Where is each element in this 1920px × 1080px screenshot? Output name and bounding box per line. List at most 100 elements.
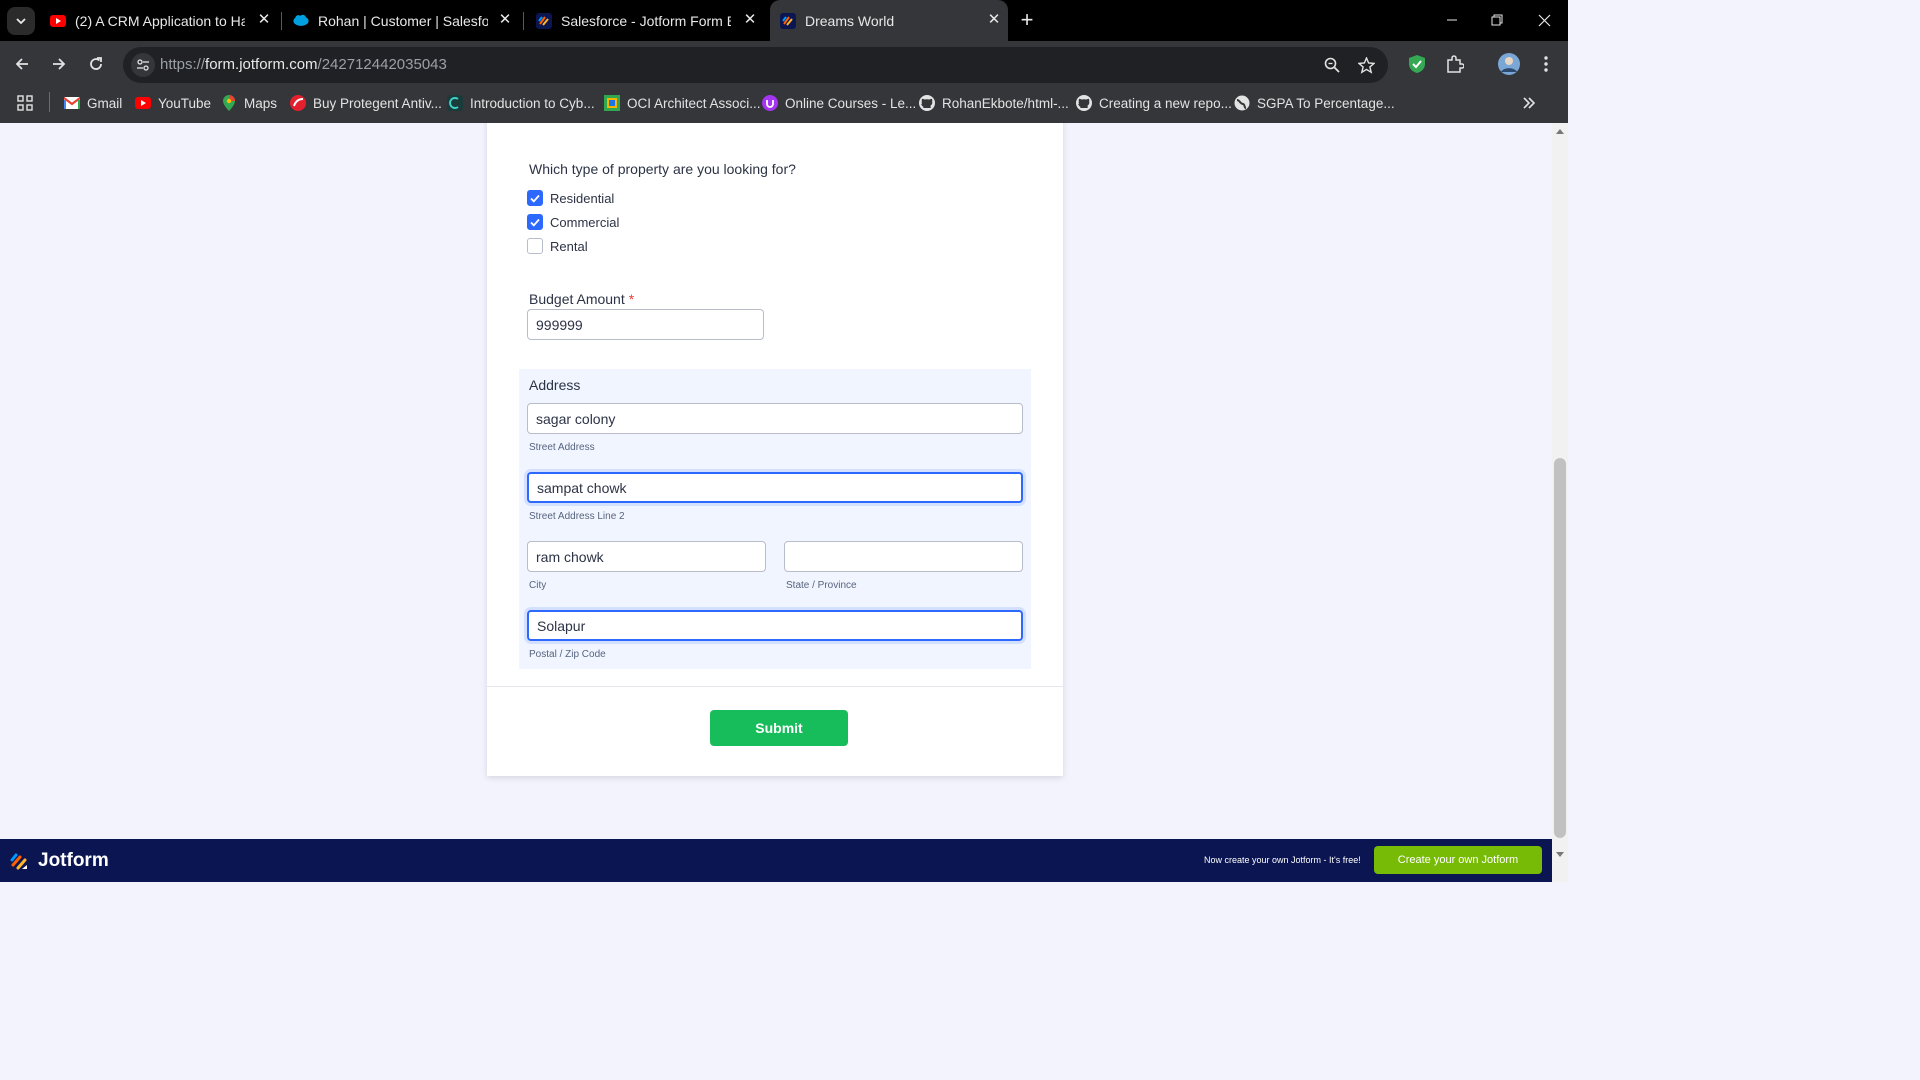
gmail-icon [64,95,80,111]
bookmark-label: Buy Protegent Antiv... [313,95,442,111]
bookmark-gmail[interactable]: Gmail [64,88,122,118]
bookmark-protegent[interactable]: Buy Protegent Antiv... [290,88,442,118]
bookmark-online-courses[interactable]: Online Courses - Le... [762,88,916,118]
close-icon[interactable]: ✕ [256,12,272,28]
page-viewport: Which type of property are you looking f… [0,123,1552,882]
budget-amount-input[interactable] [527,309,764,340]
form-divider [487,686,1063,687]
back-button[interactable] [10,52,34,76]
bookmark-label: Maps [244,95,278,111]
scroll-up-arrow[interactable] [1556,129,1564,134]
form-card: Which type of property are you looking f… [487,123,1063,776]
scroll-down-arrow[interactable] [1556,852,1564,857]
bookmark-maps[interactable]: Maps [221,88,277,118]
site-settings-icon[interactable] [131,53,155,77]
profile-avatar-button[interactable] [1497,52,1521,76]
state-province-sublabel: State / Province [786,580,857,591]
street-address-line2-input[interactable] [527,472,1023,503]
bookmark-label: OCI Architect Associ... [627,95,761,111]
jotform-logo[interactable]: Jotform [10,850,109,872]
bookmark-label: Online Courses - Le... [785,95,917,111]
tab-dreams-world[interactable]: Dreams World ✕ [770,0,1008,41]
jotform-brand-text: Jotform [38,850,109,871]
tab-salesforce-customer[interactable]: Rohan | Customer | Salesforce ✕ [283,0,519,41]
restore-icon [1491,14,1503,26]
tab-title: Salesforce - Jotform Form Build [561,12,731,29]
tab-jotform-builder[interactable]: Salesforce - Jotform Form Build ✕ [526,0,764,41]
url-scheme: https:// [160,56,206,73]
bookmarks-divider [49,92,50,112]
url-path: /242712442035043 [317,56,447,73]
state-province-input[interactable] [784,541,1023,572]
bookmark-oci[interactable]: OCI Architect Associ... [604,88,761,118]
udemy-icon [762,95,778,111]
close-icon[interactable]: ✕ [986,12,1002,28]
checkbox-unchecked[interactable] [527,238,543,254]
tab-search-button[interactable] [7,7,35,35]
more-bookmarks-button[interactable] [1522,88,1536,118]
browser-menu-button[interactable] [1534,52,1558,76]
checkbox-rental[interactable]: Rental [527,237,588,255]
apps-button[interactable] [17,88,33,118]
minimize-button[interactable] [1440,8,1464,32]
bookmark-github-html[interactable]: RohanEkbote/html-... [919,88,1069,118]
url-text[interactable]: https://form.jotform.com/242712442035043 [160,56,447,73]
address-bar[interactable]: https://form.jotform.com/242712442035043 [123,47,1388,83]
bookmark-sgpa[interactable]: SGPA To Percentage... [1234,88,1395,118]
submit-button[interactable]: Submit [710,710,848,746]
browser-tab-bar: (2) A CRM Application to Handl ✕ Rohan |… [0,0,1568,41]
bookmarks-bar: Gmail YouTube Maps Buy Protegent Antiv..… [0,88,1568,123]
protegent-icon [290,95,306,111]
puzzle-icon [1447,55,1464,73]
bookmark-label: Introduction to Cyb... [470,95,595,111]
github-icon [1076,95,1092,111]
checkbox-label: Rental [550,238,588,254]
bookmark-label: Gmail [87,95,123,111]
more-vertical-icon [1544,56,1548,72]
youtube-icon [135,95,151,111]
checkbox-residential[interactable]: Residential [527,189,614,207]
tab-crm-video[interactable]: (2) A CRM Application to Handl ✕ [40,0,278,41]
jotform-footer-bar: Jotform Now create your own Jotform - It… [0,839,1552,882]
tab-title: Dreams World [805,12,895,29]
bookmark-github-repo[interactable]: Creating a new repo... [1076,88,1232,118]
chevron-double-right-icon [1523,97,1536,109]
address-section: Address Street Address Street Address Li… [519,369,1031,669]
jotform-icon [780,12,796,29]
close-window-button[interactable] [1532,8,1556,32]
address-label: Address [529,377,581,393]
create-jotform-button[interactable]: Create your own Jotform [1374,846,1542,874]
extensions-button[interactable] [1443,52,1467,76]
maps-icon [221,95,237,111]
close-icon [1538,14,1550,26]
forward-button[interactable] [47,52,71,76]
postal-zip-input[interactable] [527,610,1023,641]
checkbox-commercial[interactable]: Commercial [527,213,619,231]
street-address-line2-sublabel: Street Address Line 2 [529,511,625,522]
jotform-promo-text: Now create your own Jotform - It's free! [1204,855,1361,865]
city-input[interactable] [527,541,766,572]
checkbox-checked[interactable] [527,190,543,206]
bookmark-star-button[interactable] [1354,53,1378,77]
youtube-icon [50,13,66,29]
bookmark-label: RohanEkbote/html-... [942,95,1069,111]
reload-icon [90,57,102,70]
bookmark-youtube[interactable]: YouTube [135,88,211,118]
close-icon[interactable]: ✕ [497,12,513,28]
budget-label-text: Budget Amount [529,291,625,307]
zoom-button[interactable] [1320,53,1344,77]
checkbox-checked[interactable] [527,214,543,230]
jotform-icon [536,12,552,29]
checkbox-label: Residential [550,190,615,206]
bookmark-intro-cyber[interactable]: Introduction to Cyb... [447,88,595,118]
reload-button[interactable] [84,52,108,76]
shield-icon [1409,55,1425,73]
restore-button[interactable] [1485,8,1509,32]
scrollbar-thumb[interactable] [1554,458,1566,838]
street-address-input[interactable] [527,403,1023,434]
close-icon[interactable]: ✕ [742,12,758,28]
page-scrollbar[interactable] [1552,123,1568,882]
extension-shield-button[interactable] [1405,52,1429,76]
new-tab-button[interactable]: + [1016,9,1038,31]
arrow-right-icon [53,58,66,70]
